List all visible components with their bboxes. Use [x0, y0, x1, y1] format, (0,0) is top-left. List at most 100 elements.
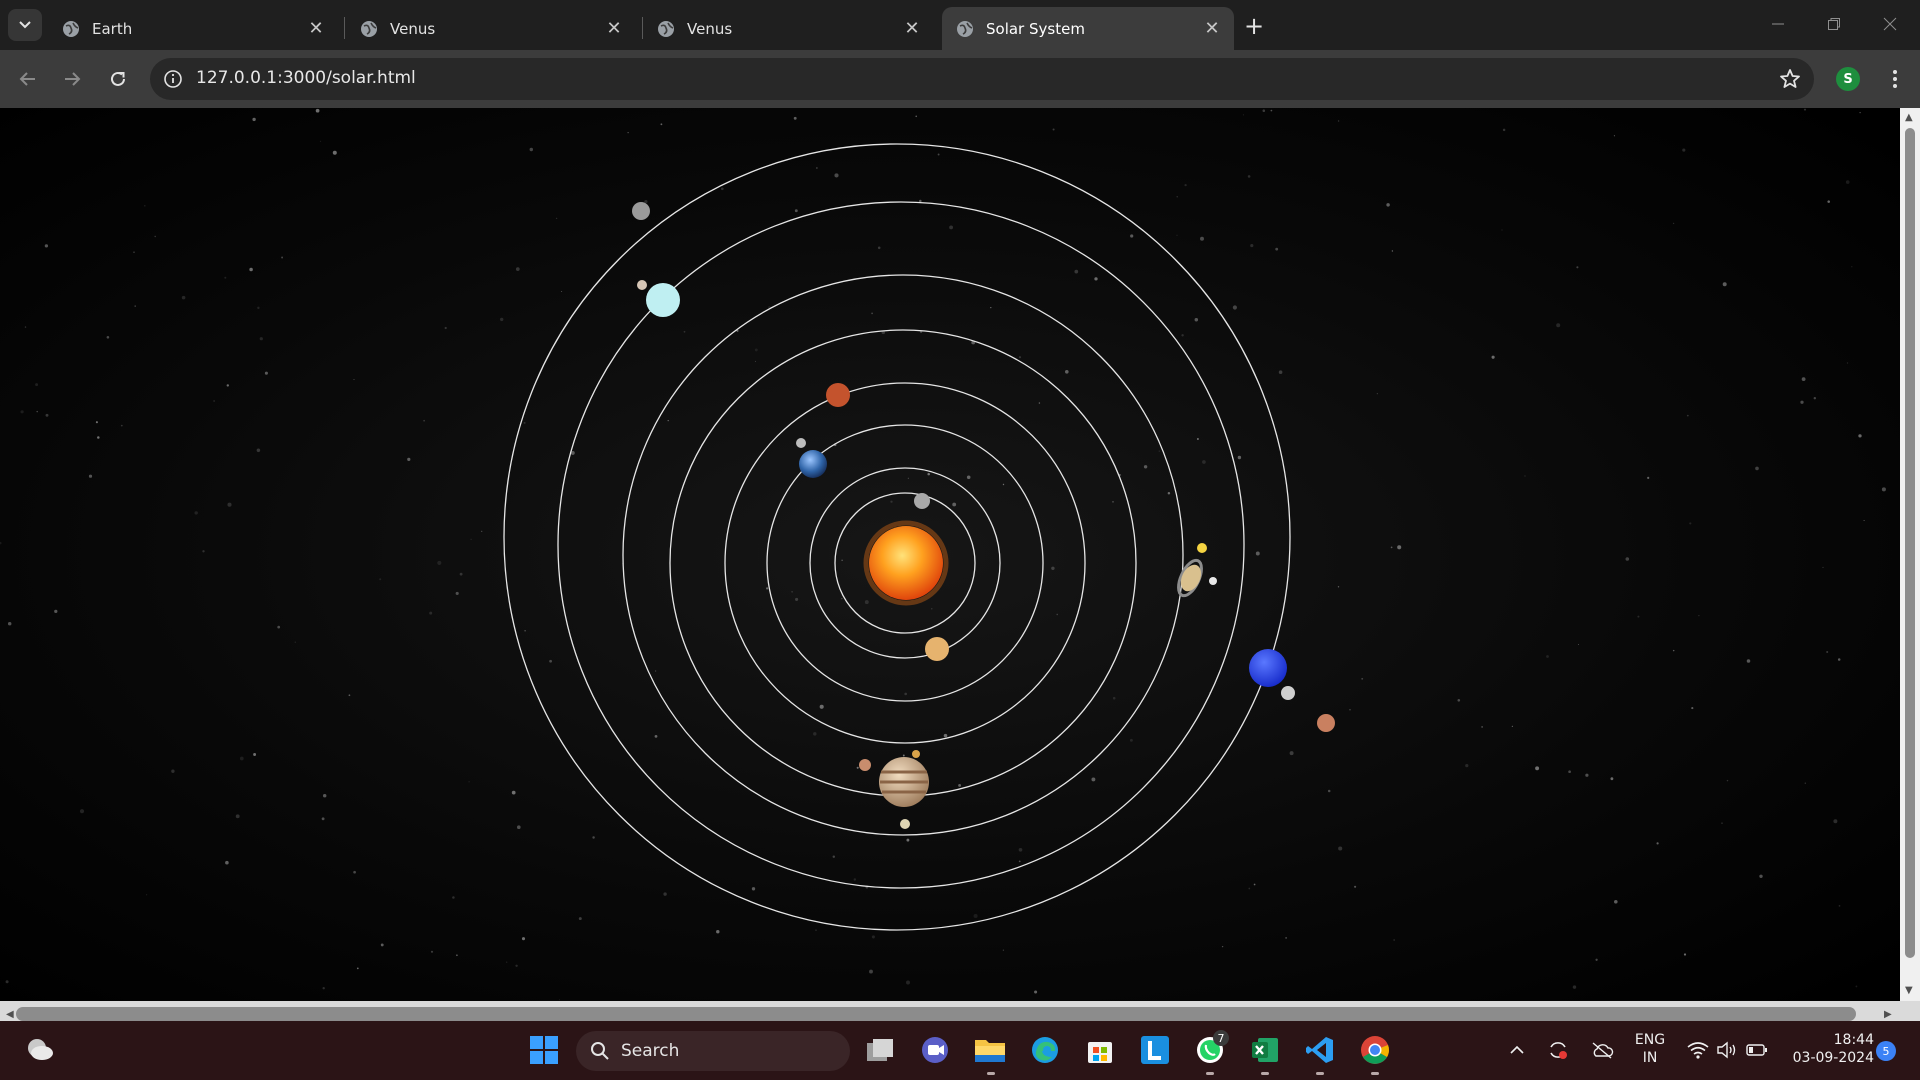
- l-app-button[interactable]: [1137, 1032, 1173, 1068]
- edge-button[interactable]: [1027, 1032, 1063, 1068]
- star: [1390, 546, 1393, 549]
- close-icon: [1883, 17, 1897, 31]
- horizontal-scroll-thumb[interactable]: [16, 1007, 1856, 1021]
- address-bar[interactable]: 127.0.0.1:3000/solar.html: [150, 58, 1814, 100]
- meet-button[interactable]: [917, 1032, 953, 1068]
- weather-widget[interactable]: [22, 1031, 58, 1067]
- star: [667, 419, 669, 422]
- scroll-left-arrow-icon[interactable]: ◀: [6, 1009, 14, 1020]
- close-icon[interactable]: ✕: [304, 17, 328, 41]
- moon-neptune-1[interactable]: [1281, 686, 1295, 700]
- close-window-button[interactable]: [1870, 8, 1910, 40]
- vertical-scroll-thumb[interactable]: [1905, 128, 1915, 958]
- language-indicator[interactable]: ENG IN: [1628, 1031, 1672, 1067]
- profile-avatar[interactable]: S: [1836, 67, 1860, 91]
- sun[interactable]: [869, 526, 943, 600]
- star: [1698, 614, 1700, 617]
- onedrive-status[interactable]: [1588, 1032, 1616, 1068]
- moon-neptune-2[interactable]: [1317, 714, 1335, 732]
- clock[interactable]: 18:44 03-09-2024: [1778, 1031, 1874, 1067]
- excel-button[interactable]: [1247, 1032, 1283, 1068]
- reload-button[interactable]: [102, 63, 134, 95]
- battery-status[interactable]: [1743, 1032, 1771, 1068]
- star: [990, 306, 992, 309]
- close-icon[interactable]: ✕: [602, 17, 626, 41]
- moon-uranus-2[interactable]: [637, 280, 647, 290]
- scroll-up-arrow-icon[interactable]: ▲: [1905, 112, 1913, 123]
- taskbar-search[interactable]: Search: [576, 1031, 850, 1071]
- tab-title: Venus: [687, 19, 733, 38]
- star: [1393, 939, 1395, 941]
- vscode-button[interactable]: [1302, 1032, 1338, 1068]
- star: [95, 421, 98, 424]
- notification-badge[interactable]: 5: [1876, 1041, 1896, 1061]
- store-button[interactable]: [1082, 1032, 1118, 1068]
- planet-mars[interactable]: [826, 383, 850, 407]
- star-icon[interactable]: [1778, 67, 1802, 91]
- tab-solar-system[interactable]: Solar System ✕: [942, 7, 1234, 50]
- planet-earth[interactable]: [799, 450, 827, 478]
- star: [356, 967, 359, 970]
- scroll-right-arrow-icon[interactable]: ▶: [1884, 1009, 1892, 1020]
- planet-uranus[interactable]: [646, 283, 680, 317]
- tab-venus-2[interactable]: Venus ✕: [643, 7, 934, 50]
- planet-venus[interactable]: [925, 637, 949, 661]
- arrow-left-icon: [19, 72, 35, 86]
- star: [24, 326, 27, 328]
- star: [1130, 234, 1134, 238]
- moon-jupiter-1[interactable]: [859, 759, 871, 771]
- show-hidden-icons-button[interactable]: [1505, 1032, 1529, 1068]
- star: [213, 400, 215, 402]
- url-text[interactable]: 127.0.0.1:3000/solar.html: [196, 68, 416, 88]
- start-button[interactable]: [526, 1032, 562, 1068]
- close-icon[interactable]: ✕: [1200, 17, 1224, 41]
- star: [966, 475, 971, 480]
- language-code: ENG: [1634, 1032, 1666, 1048]
- volume-status[interactable]: [1713, 1032, 1741, 1068]
- tab-earth[interactable]: Earth ✕: [48, 7, 338, 50]
- moon-saturn-2[interactable]: [1209, 577, 1217, 585]
- chrome-button[interactable]: [1357, 1032, 1393, 1068]
- l-app-icon: [1141, 1036, 1169, 1064]
- back-button[interactable]: [12, 63, 44, 95]
- menu-button[interactable]: [1880, 63, 1910, 95]
- star: [171, 769, 175, 773]
- close-icon[interactable]: ✕: [900, 17, 924, 41]
- moon-saturn-1[interactable]: [1197, 543, 1207, 553]
- planet-neptune[interactable]: [1249, 649, 1287, 687]
- star: [144, 205, 146, 207]
- star: [720, 187, 724, 191]
- sync-status[interactable]: [1544, 1032, 1572, 1068]
- file-explorer-button[interactable]: [972, 1032, 1008, 1068]
- star: [1691, 707, 1694, 710]
- moon-uranus-1[interactable]: [632, 202, 650, 220]
- star: [952, 502, 957, 507]
- star: [660, 123, 663, 126]
- forward-button[interactable]: [56, 63, 88, 95]
- star: [1196, 438, 1199, 440]
- planet-mercury[interactable]: [914, 493, 930, 509]
- star: [1065, 370, 1069, 374]
- task-view-button[interactable]: [862, 1032, 898, 1068]
- scroll-down-arrow-icon[interactable]: ▼: [1905, 985, 1913, 996]
- restore-button[interactable]: [1814, 8, 1854, 40]
- tab-search-button[interactable]: [8, 9, 42, 41]
- star: [1129, 738, 1133, 742]
- moon-earth[interactable]: [796, 438, 806, 448]
- moon-jupiter-3[interactable]: [900, 819, 910, 829]
- star: [500, 317, 504, 322]
- star: [1112, 696, 1116, 700]
- wifi-status[interactable]: [1684, 1032, 1712, 1068]
- moon-jupiter-2[interactable]: [912, 750, 920, 758]
- new-tab-button[interactable]: +: [1240, 12, 1268, 40]
- star: [1501, 229, 1503, 231]
- site-info-button[interactable]: [160, 66, 186, 92]
- tab-venus-1[interactable]: Venus ✕: [346, 7, 636, 50]
- minimize-button[interactable]: [1758, 8, 1798, 40]
- vscode-icon: [1306, 1037, 1333, 1063]
- star: [1052, 128, 1055, 131]
- clock-time: 18:44: [1833, 1032, 1874, 1048]
- vertical-scrollbar[interactable]: ▲ ▼: [1900, 108, 1920, 1001]
- running-indicator: [987, 1072, 995, 1075]
- star: [430, 950, 434, 953]
